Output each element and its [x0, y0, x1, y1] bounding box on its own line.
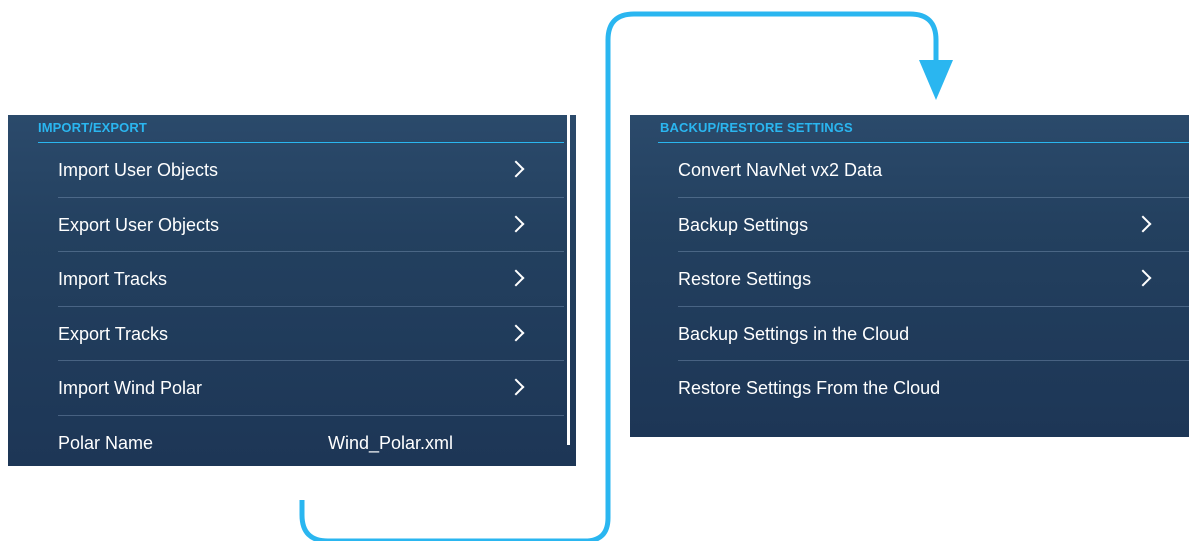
restore-cloud-item[interactable]: Restore Settings From the Cloud [678, 361, 1189, 416]
chevron-right-icon [1134, 269, 1152, 287]
export-tracks-item[interactable]: Export Tracks [58, 307, 564, 361]
backup-restore-header: BACKUP/RESTORE SETTINGS [660, 120, 853, 135]
menu-item-label: Restore Settings From the Cloud [678, 378, 941, 398]
menu-item-label: Export User Objects [58, 214, 220, 235]
menu-item-label: Restore Settings [678, 269, 812, 289]
polar-name-item[interactable]: Polar Name Wind_Polar.xml [58, 416, 564, 467]
export-user-objects-item[interactable]: Export User Objects [58, 198, 564, 252]
convert-navnet-item[interactable]: Convert NavNet vx2 Data [678, 143, 1189, 198]
backup-settings-item[interactable]: Backup Settings [678, 198, 1189, 252]
backup-restore-menu: Convert NavNet vx2 Data Backup Settings … [630, 143, 1189, 416]
menu-item-label: Backup Settings [678, 214, 809, 235]
menu-item-label: Import Tracks [58, 269, 168, 289]
menu-item-label: Polar Name [58, 432, 154, 453]
import-export-menu: Import User Objects Export User Objects … [8, 143, 576, 466]
import-tracks-item[interactable]: Import Tracks [58, 252, 564, 307]
scrollbar[interactable] [567, 115, 570, 445]
menu-item-label: Import Wind Polar [58, 378, 203, 398]
import-export-panel: IMPORT/EXPORT Import User Objects Export… [8, 115, 576, 466]
import-wind-polar-item[interactable]: Import Wind Polar [58, 361, 564, 416]
menu-item-label: Convert NavNet vx2 Data [678, 160, 883, 180]
restore-settings-item[interactable]: Restore Settings [678, 252, 1189, 307]
polar-name-value: Wind_Polar.xml [328, 432, 454, 453]
import-user-objects-item[interactable]: Import User Objects [58, 143, 564, 198]
chevron-right-icon [507, 269, 525, 287]
connector-arrowhead [919, 60, 953, 100]
chevron-right-icon [1134, 215, 1152, 232]
chevron-right-icon [507, 215, 525, 232]
import-export-header: IMPORT/EXPORT [38, 120, 147, 135]
backup-restore-panel: BACKUP/RESTORE SETTINGS Convert NavNet v… [630, 115, 1189, 437]
chevron-right-icon [507, 160, 525, 178]
menu-item-label: Export Tracks [58, 323, 169, 344]
backup-cloud-item[interactable]: Backup Settings in the Cloud [678, 307, 1189, 361]
chevron-right-icon [507, 378, 525, 396]
menu-item-label: Import User Objects [58, 160, 219, 180]
chevron-right-icon [507, 324, 525, 341]
menu-item-label: Backup Settings in the Cloud [678, 323, 910, 344]
